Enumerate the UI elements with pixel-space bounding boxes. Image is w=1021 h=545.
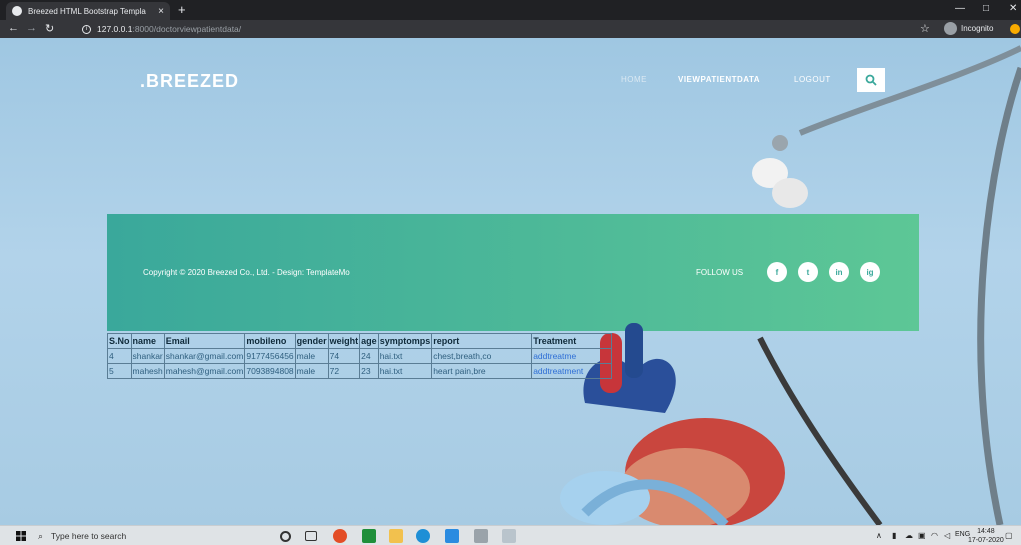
cell-symptoms-file[interactable]: hai.txt [377, 348, 433, 364]
zoom-icon[interactable] [445, 529, 459, 543]
site-favicon-icon [12, 6, 22, 16]
edge-icon[interactable] [416, 529, 430, 543]
cell-report: chest,breath,co [431, 348, 533, 364]
tab-title: Breezed HTML Bootstrap Templa [28, 6, 146, 16]
clock-time: 14:48 [977, 528, 995, 535]
cloud-icon[interactable]: ☁ [905, 531, 913, 540]
table-header-row: S.No name Email mobileno gender weight a… [107, 333, 613, 349]
col-report: report [431, 333, 533, 349]
bookmark-star-icon[interactable]: ☆ [920, 22, 930, 35]
patient-data-table: S.No name Email mobileno gender weight a… [107, 333, 613, 379]
cell-weight: 74 [327, 348, 361, 364]
nav-logout[interactable]: LOGOUT [794, 75, 831, 84]
web-page: .BREEZED HOME VIEWPATIENTDATA LOGOUT Cop… [0, 38, 1021, 525]
cell-email: shankar@gmail.com [163, 348, 246, 364]
address-bar: ← → ↻ i 127.0.0.1:8000/doctorviewpatient… [0, 20, 1021, 38]
col-email: Email [163, 333, 246, 349]
cell-report: heart pain,bre [431, 363, 533, 379]
tray-expand-icon[interactable]: ∧ [876, 531, 882, 540]
nav-home[interactable]: HOME [621, 75, 647, 84]
taskbar-search-input[interactable]: ⌕ Type here to search [38, 528, 270, 544]
nav-view-patient-data[interactable]: VIEWPATIENTDATA [678, 75, 760, 84]
incognito-icon [944, 22, 957, 35]
close-window-icon[interactable]: ✕ [1009, 3, 1017, 14]
cell-gender: male [294, 363, 329, 379]
battery-icon[interactable]: ▮ [892, 531, 896, 540]
col-mobileno: mobileno [244, 333, 296, 349]
file-explorer-icon[interactable] [389, 529, 403, 543]
follow-us-label: FOLLOW US [696, 268, 744, 277]
col-symptoms: symptomps [377, 333, 433, 349]
cell-weight: 72 [327, 363, 361, 379]
cell-sno: 5 [107, 363, 132, 379]
restore-icon[interactable]: □ [983, 3, 989, 14]
browser-tab[interactable]: Breezed HTML Bootstrap Templa × [6, 2, 170, 20]
cell-email: mahesh@gmail.com [163, 363, 246, 379]
clock-date: 17-07-2020 [968, 537, 1004, 544]
col-treatment: Treatment [531, 333, 613, 349]
media-player-icon[interactable] [502, 529, 516, 543]
windows-start-icon[interactable] [16, 531, 26, 541]
footer-band: Copyright © 2020 Breezed Co., Ltd. - Des… [107, 214, 919, 331]
add-treatment-link[interactable]: addtreatment [531, 363, 613, 379]
cell-name: shankar [130, 348, 165, 364]
col-gender: gender [294, 333, 329, 349]
task-view-icon[interactable] [305, 531, 317, 541]
browser-tab-bar: Breezed HTML Bootstrap Templa × + — □ ✕ [0, 0, 1021, 20]
twitter-icon[interactable]: t [798, 262, 818, 282]
search-icon: ⌕ [38, 530, 44, 541]
cell-gender: male [294, 348, 329, 364]
table-row: 4 shankar shankar@gmail.com 9177456456 m… [107, 348, 613, 364]
volume-icon[interactable]: ◁ [944, 531, 950, 540]
incognito-label: Incognito [961, 24, 994, 33]
taskbar-clock[interactable]: 14:48 17-07-2020 [968, 527, 1004, 545]
cell-age: 23 [359, 363, 379, 379]
profile-icon[interactable] [1010, 24, 1020, 34]
forward-icon[interactable]: → [26, 22, 37, 34]
instagram-icon[interactable]: ig [860, 262, 880, 282]
notifications-icon[interactable]: ▢ [1005, 531, 1013, 540]
url-host: 127.0.0.1 [97, 24, 133, 34]
pycharm-icon[interactable] [362, 529, 376, 543]
search-icon [865, 74, 877, 86]
site-info-icon[interactable]: i [82, 24, 91, 34]
cell-mobileno: 7093894808 [244, 363, 296, 379]
app-icon[interactable] [474, 529, 488, 543]
linkedin-icon[interactable]: in [829, 262, 849, 282]
col-sno: S.No [107, 333, 132, 349]
col-age: age [359, 333, 379, 349]
incognito-indicator[interactable]: Incognito [944, 22, 993, 35]
minimize-icon[interactable]: — [955, 3, 965, 14]
windows-taskbar: ⌕ Type here to search ∧ ▮ ☁ ▣ ◠ ◁ ENG 14… [0, 525, 1021, 545]
display-icon[interactable]: ▣ [918, 531, 926, 540]
url-field[interactable]: i 127.0.0.1:8000/doctorviewpatientdata/ [82, 22, 241, 36]
search-button[interactable] [857, 68, 885, 92]
add-treatment-link[interactable]: addtreatme [531, 348, 613, 364]
cell-age: 24 [359, 348, 379, 364]
col-name: name [130, 333, 165, 349]
taskbar-search-placeholder: Type here to search [51, 531, 127, 541]
cell-sno: 4 [107, 348, 132, 364]
cell-name: mahesh [130, 363, 165, 379]
cortana-icon[interactable] [280, 531, 291, 542]
back-icon[interactable]: ← [8, 22, 19, 34]
cell-mobileno: 9177456456 [244, 348, 296, 364]
reload-icon[interactable]: ↻ [45, 22, 54, 35]
url-path: :8000/doctorviewpatientdata/ [132, 24, 242, 34]
tab-close-icon[interactable]: × [158, 6, 164, 17]
new-tab-button[interactable]: + [178, 2, 186, 17]
table-row: 5 mahesh mahesh@gmail.com 7093894808 mal… [107, 363, 613, 379]
cell-symptoms-file[interactable]: hai.txt [377, 363, 433, 379]
site-brand-logo[interactable]: .BREEZED [140, 71, 239, 92]
footer-copyright: Copyright © 2020 Breezed Co., Ltd. - Des… [143, 268, 350, 277]
chrome-icon[interactable] [333, 529, 347, 543]
wifi-icon[interactable]: ◠ [931, 531, 938, 540]
facebook-icon[interactable]: f [767, 262, 787, 282]
col-weight: weight [327, 333, 361, 349]
